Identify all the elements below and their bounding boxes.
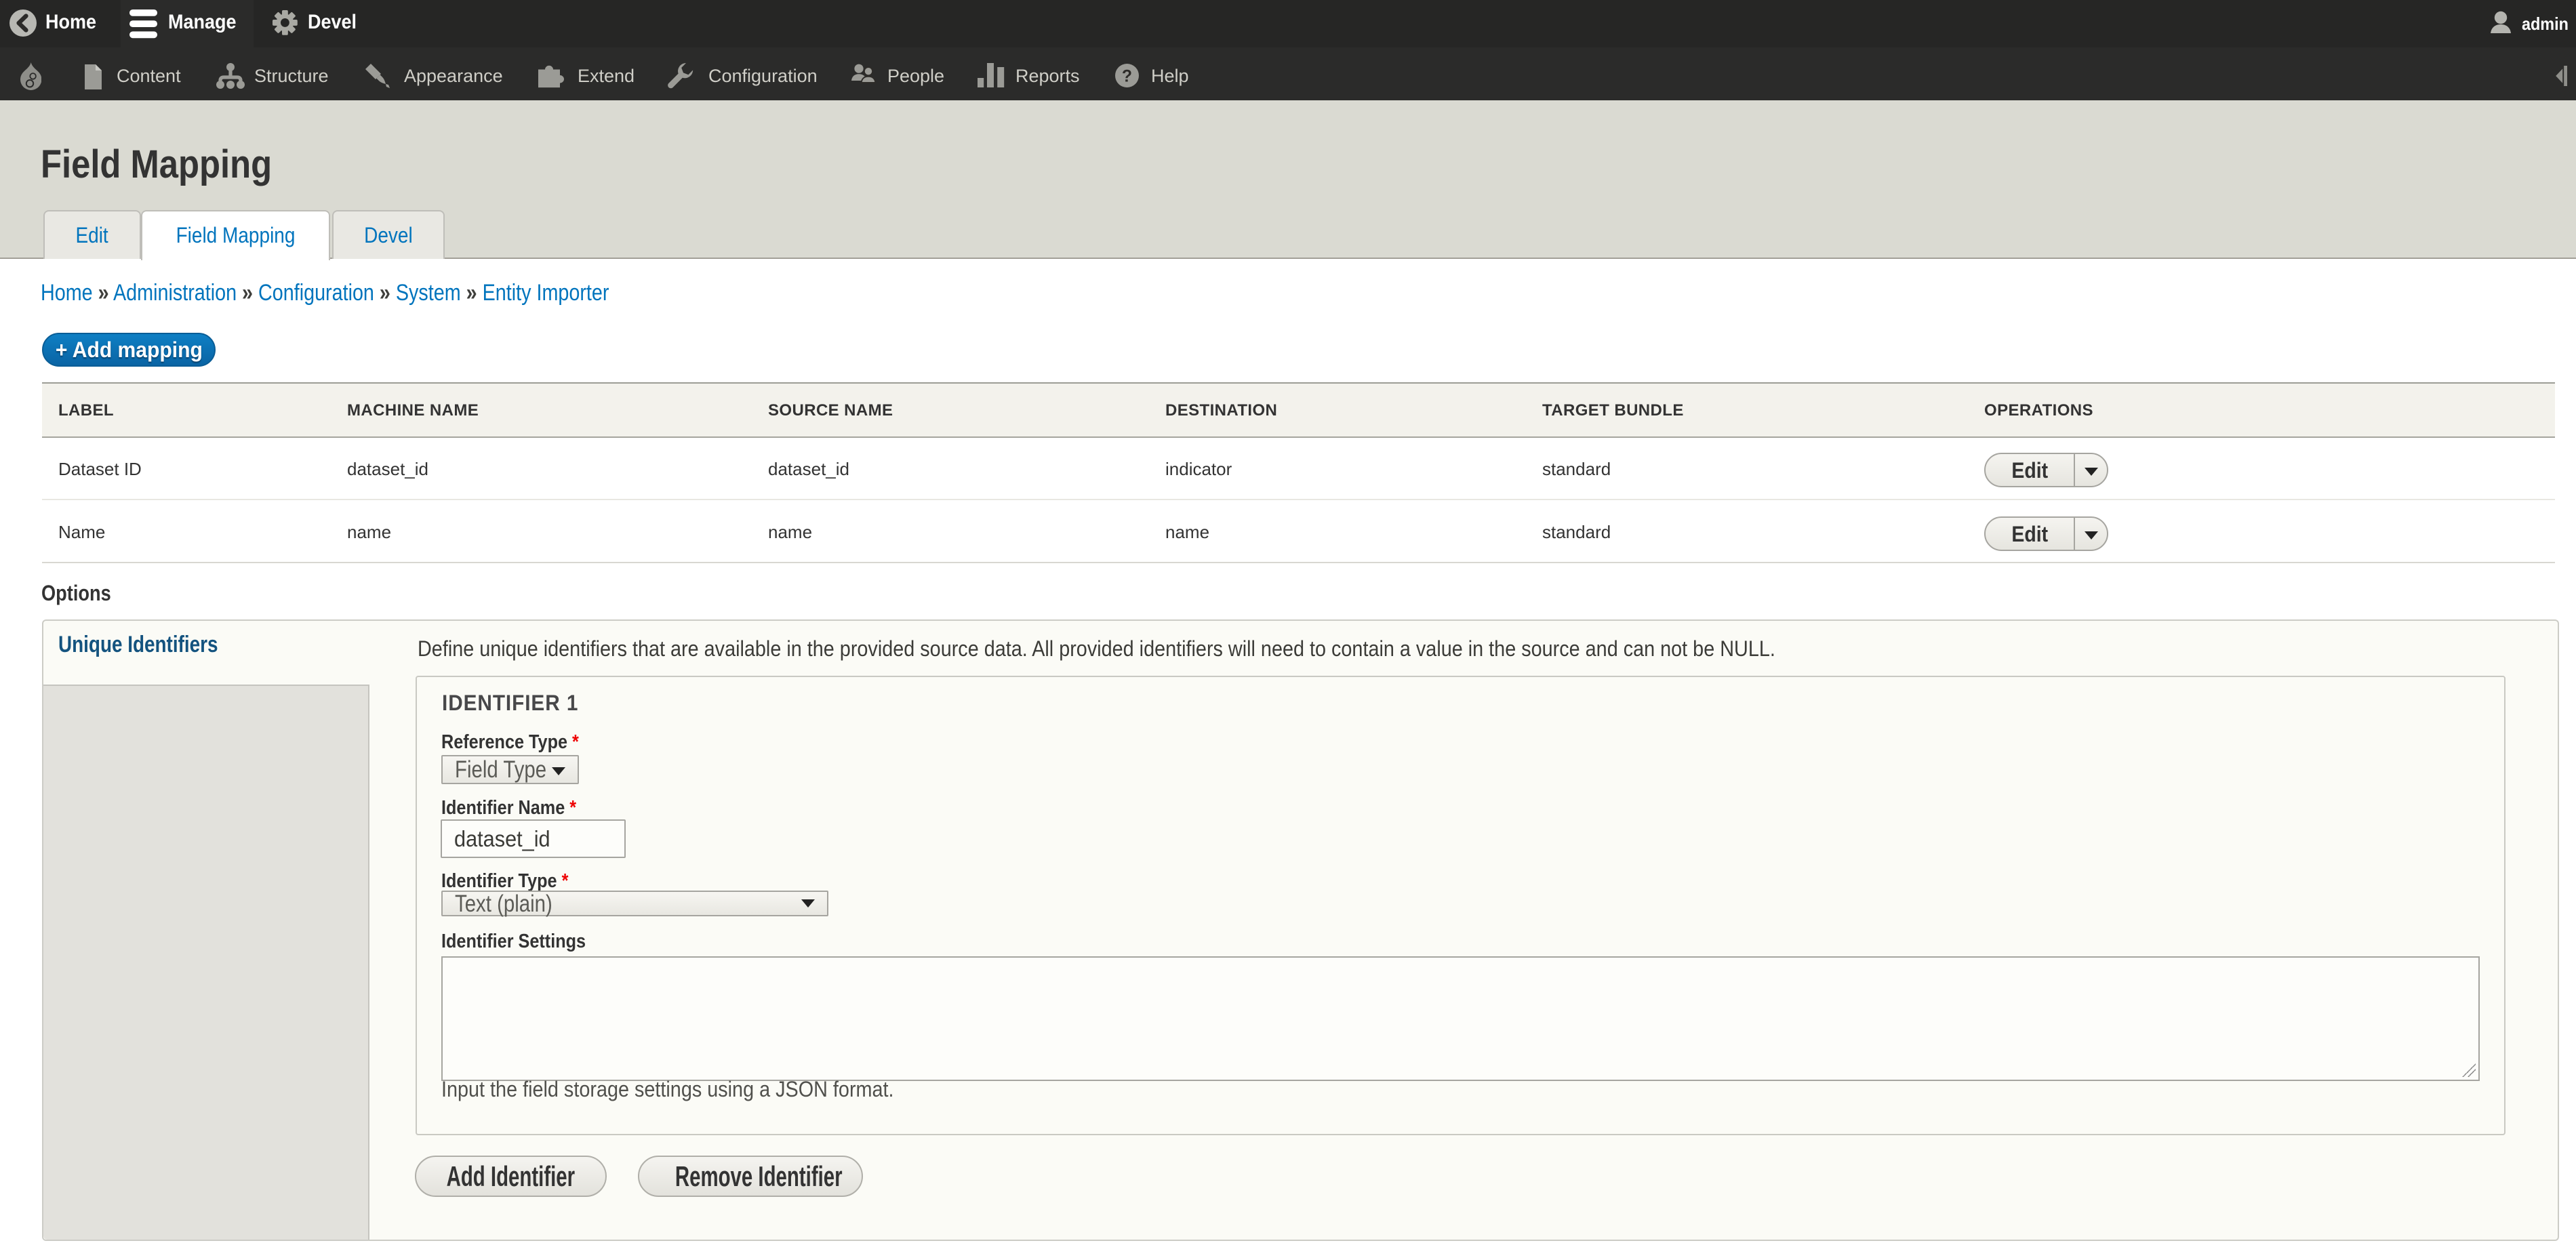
svg-text:?: ? <box>1122 67 1132 85</box>
